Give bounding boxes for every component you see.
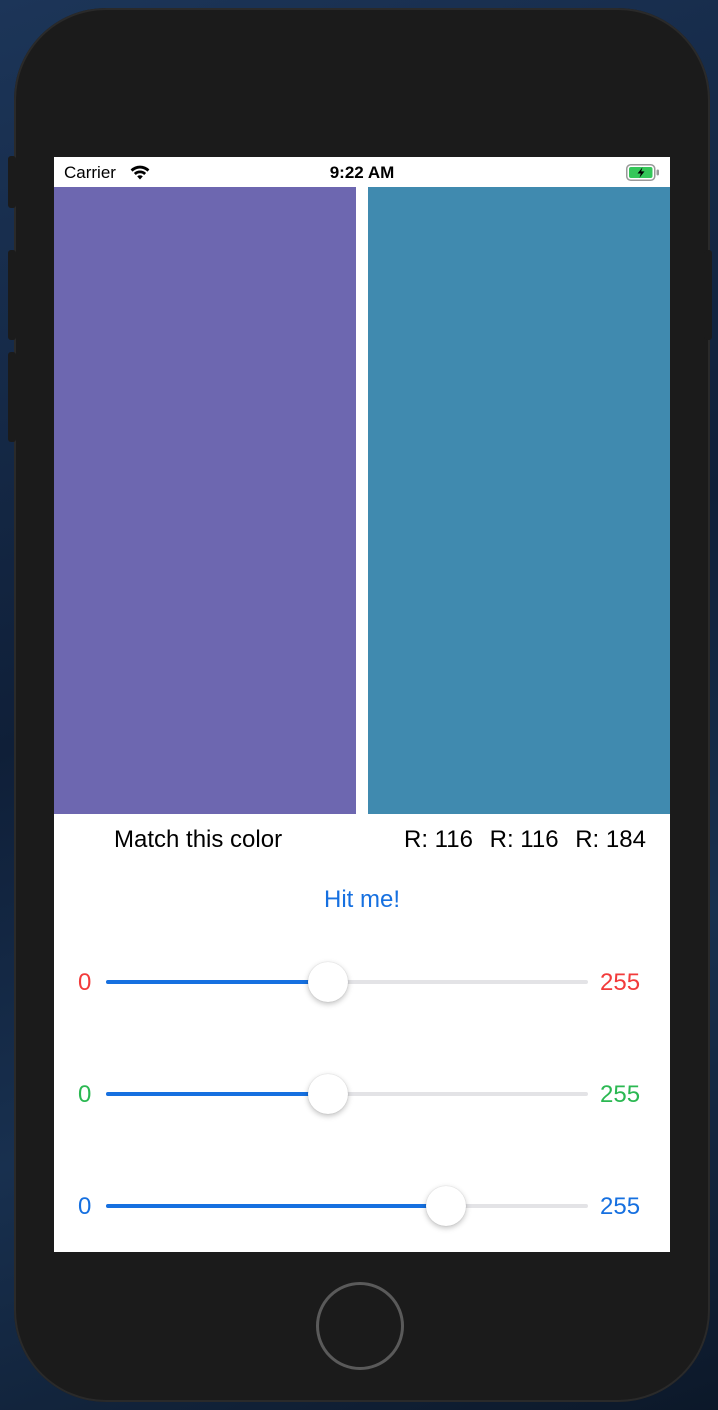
home-button[interactable] (316, 1282, 404, 1370)
status-bar: Carrier 9:22 AM (54, 157, 670, 187)
red-readout: R: 116 (404, 826, 473, 853)
blue-slider-min-label: 0 (78, 1193, 92, 1220)
red-slider-row: 0 255 (54, 960, 670, 1004)
blue-slider-track[interactable] (106, 1186, 588, 1226)
target-color-swatch (54, 187, 356, 814)
red-slider-fill (106, 980, 328, 984)
green-slider-thumb[interactable] (308, 1074, 348, 1114)
hit-me-button[interactable]: Hit me! (54, 886, 670, 914)
green-slider-fill (106, 1092, 328, 1096)
red-slider-track[interactable] (106, 962, 588, 1002)
green-slider-row: 0 255 (54, 1072, 670, 1116)
green-readout: R: 116 (489, 826, 559, 853)
app-screen: Carrier 9:22 AM Match this color R: 116 … (54, 157, 670, 1252)
red-slider-max-label: 255 (600, 969, 641, 996)
match-prompt-label: Match this color (114, 826, 283, 853)
mute-switch (8, 156, 16, 208)
status-time: 9:22 AM (329, 163, 395, 182)
volume-down-button (8, 352, 16, 442)
green-slider-track[interactable] (106, 1074, 588, 1114)
red-slider-min-label: 0 (78, 969, 92, 996)
blue-slider-fill (106, 1204, 446, 1208)
red-slider-thumb[interactable] (308, 962, 348, 1002)
guess-color-swatch (368, 187, 670, 814)
battery-charging-icon (626, 164, 659, 181)
blue-slider-thumb[interactable] (426, 1186, 466, 1226)
power-button (704, 250, 712, 340)
rgb-readout: R: 116 R: 116 R: 184 (404, 826, 646, 854)
green-slider-min-label: 0 (78, 1081, 92, 1108)
green-slider-max-label: 255 (600, 1081, 641, 1108)
blue-slider-row: 0 255 (54, 1184, 670, 1228)
blue-slider-max-label: 255 (600, 1193, 641, 1220)
volume-up-button (8, 250, 16, 340)
blue-readout: R: 184 (575, 826, 646, 853)
